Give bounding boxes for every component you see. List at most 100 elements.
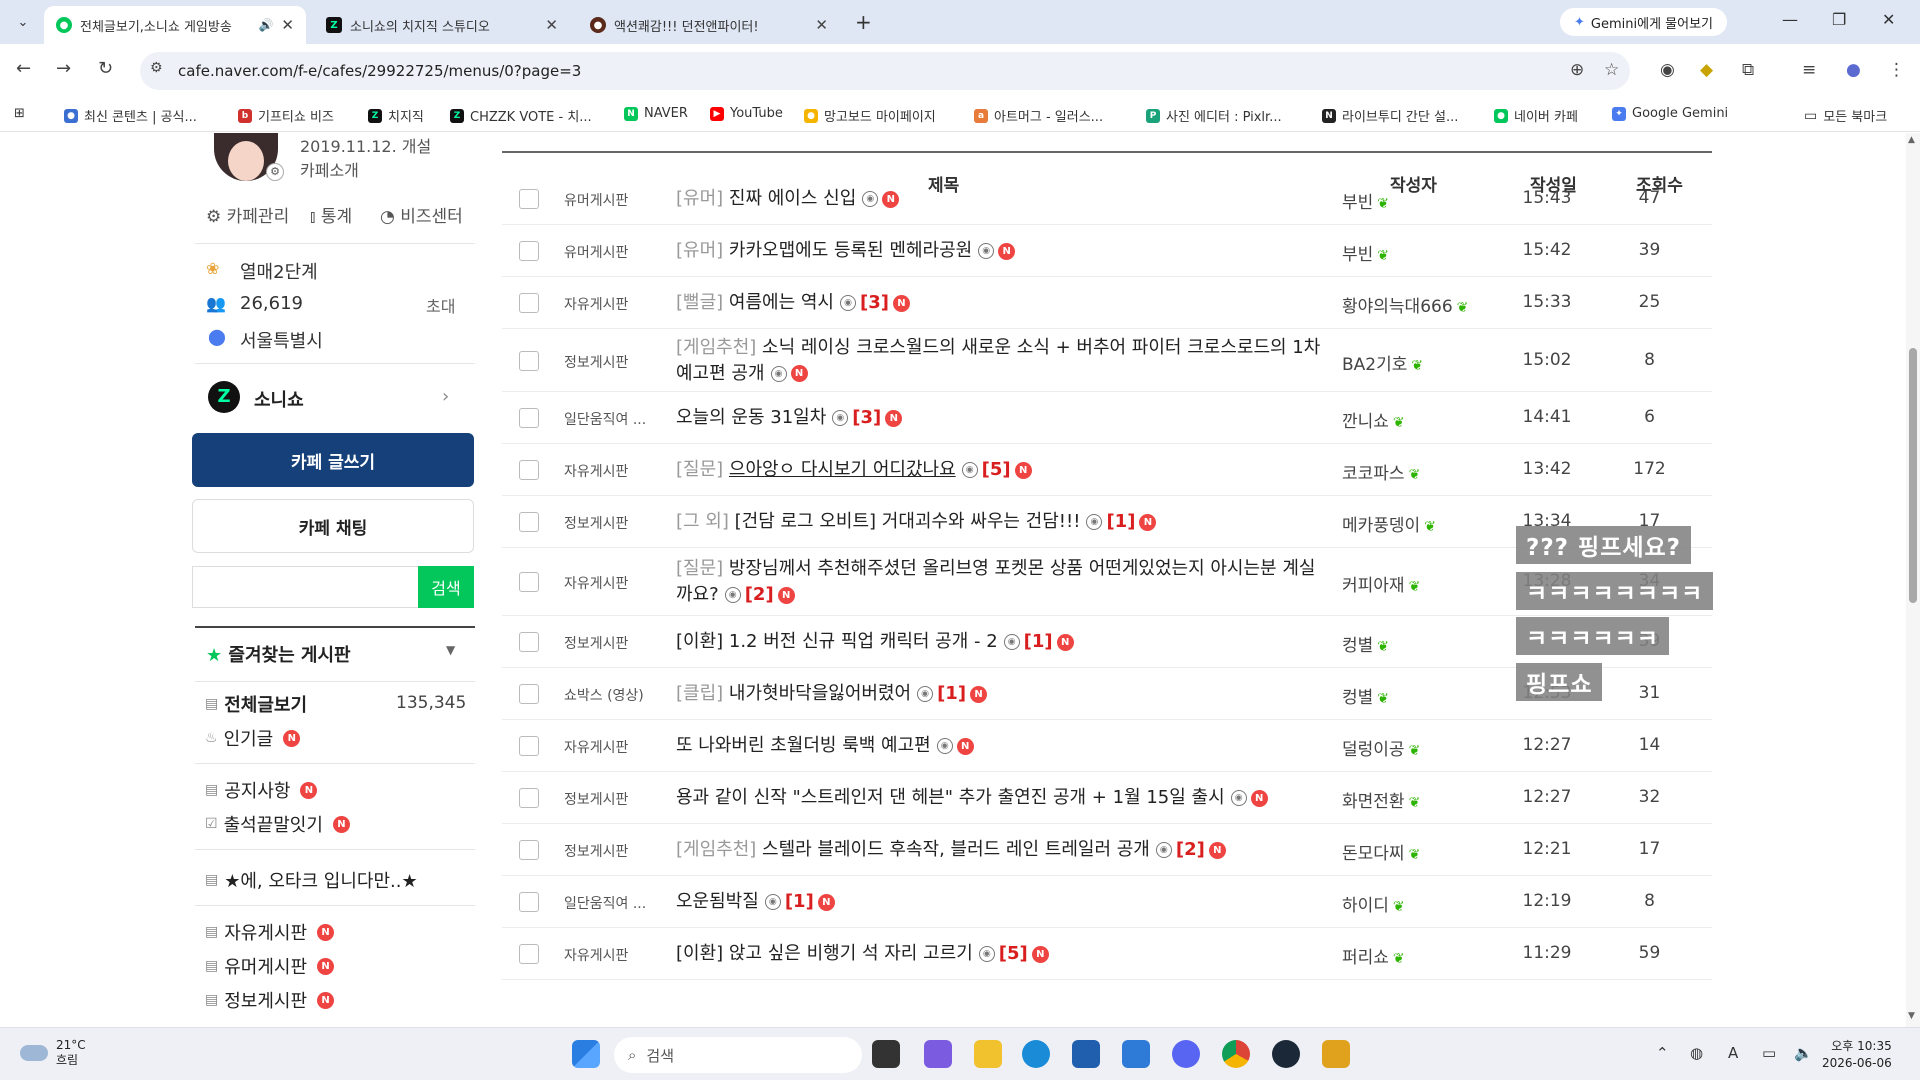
bookmark-item[interactable]: N NAVER	[624, 106, 688, 121]
back-icon[interactable]: ←	[16, 58, 31, 79]
post-author[interactable]: 커피아재 ❦	[1342, 571, 1420, 596]
row-checkbox[interactable]	[519, 840, 539, 860]
row-checkbox[interactable]	[519, 736, 539, 756]
gemini-button[interactable]: ✦ Gemini에게 물어보기	[1560, 8, 1727, 36]
bookmark-item[interactable]: a 아트머그 - 일러스...	[974, 106, 1103, 125]
post-title[interactable]: [클립] 내가혓바닥을잃어버렸어 ◉ [1] N	[676, 681, 1326, 707]
all-bookmarks-folder[interactable]: ▭ 모든 북마크	[1804, 106, 1887, 126]
post-title[interactable]: 오운됨박질 ◉ [1] N	[676, 889, 1326, 915]
bookmark-item[interactable]: b 기프티쇼 비즈	[238, 106, 334, 125]
close-window-icon[interactable]: ✕	[1882, 10, 1895, 29]
post-title[interactable]: [유머] 카카오맵에도 등록된 멘헤라공원 ◉ N	[676, 238, 1326, 264]
board-name[interactable]: 유머게시판	[564, 242, 628, 262]
comment-count[interactable]: [5]	[999, 943, 1028, 964]
table-row[interactable]: 자유게시판 [질문] 으아앙ㅇ 다시보기 어디갔나요 ◉ [5] N 코코파스 ❦ 13:42…	[502, 444, 1712, 496]
row-checkbox[interactable]	[519, 408, 539, 428]
app-icon[interactable]	[1322, 1040, 1350, 1068]
post-title[interactable]: 오늘의 운동 31일차 ◉ [3] N	[676, 405, 1326, 431]
comment-count[interactable]: [1]	[937, 683, 966, 704]
post-title[interactable]: [그 외] [건담 로그 오비트] 거대괴수와 싸우는 건담!!! ◉ [1] N	[676, 509, 1326, 535]
comment-count[interactable]: [1]	[785, 891, 814, 912]
host-name[interactable]: 소니쇼	[254, 386, 304, 412]
weather-widget[interactable]: 21°C 흐림	[20, 1038, 86, 1068]
table-row[interactable]: 일단움직여 ... 오늘의 운동 31일차 ◉ [3] N 깐니쇼 ❦ 14:41 6	[502, 392, 1712, 444]
post-title[interactable]: [질문] 으아앙ㅇ 다시보기 어디갔나요 ◉ [5] N	[676, 457, 1326, 483]
edge-icon[interactable]	[1022, 1040, 1050, 1068]
post-author[interactable]: 하이디 ❦	[1342, 891, 1405, 916]
row-checkbox[interactable]	[519, 241, 539, 261]
post-author[interactable]: 컹별 ❦	[1342, 683, 1389, 708]
post-title[interactable]: [게임추천] 소닉 레이싱 크로스월드의 새로운 소식 + 버추어 파이터 크로…	[676, 335, 1326, 387]
table-row[interactable]: 유머게시판 [유머] 카카오맵에도 등록된 멘헤라공원 ◉ N 부빈 ❦ 15:42 39	[502, 225, 1712, 277]
post-title-text[interactable]: 여름에는 역시	[729, 292, 834, 313]
menu-kebab-icon[interactable]: ⋮	[1888, 60, 1905, 80]
post-title-text[interactable]: [건담 로그 오비트] 거대괴수와 싸우는 건담!!!	[735, 511, 1081, 532]
row-checkbox[interactable]	[519, 788, 539, 808]
volume-icon[interactable]: 🔈	[1794, 1044, 1813, 1062]
taskbar-search[interactable]: ⌕ 검색	[614, 1037, 862, 1073]
post-author[interactable]: 부빈 ❦	[1342, 188, 1389, 213]
board-name[interactable]: 정보게시판	[564, 352, 628, 372]
board-name[interactable]: 일단움직여 ...	[564, 893, 646, 913]
post-author[interactable]: 부빈 ❦	[1342, 240, 1389, 265]
comment-count[interactable]: [5]	[982, 459, 1011, 480]
bookmark-item[interactable]: ● 네이버 카페	[1494, 106, 1578, 125]
menu-humor-board[interactable]: ▤ 유머게시판 N	[205, 953, 335, 979]
taskbar-clock[interactable]: 오후 10:35 2026-06-06	[1822, 1038, 1892, 1072]
post-author[interactable]: 퍼리쇼 ❦	[1342, 943, 1405, 968]
board-name[interactable]: 정보게시판	[564, 513, 628, 533]
bookmark-star-icon[interactable]: ☆	[1604, 60, 1619, 80]
scrollbar-thumb[interactable]	[1909, 348, 1917, 603]
bookmark-item[interactable]: Z CHZZK VOTE - 치...	[450, 106, 592, 125]
site-info-icon[interactable]: ⚙	[150, 60, 163, 76]
tab-dnf[interactable]: ● 액션쾌감!!! 던전앤파이터! ✕	[578, 6, 840, 44]
row-checkbox[interactable]	[519, 350, 539, 371]
cafe-chat-button[interactable]: 카페 채팅	[192, 499, 474, 553]
bookmark-item[interactable]: ▶ YouTube	[710, 106, 783, 121]
favorites-header[interactable]: ★ 즐겨찾는 게시판	[206, 641, 351, 667]
post-title-text[interactable]: [이환] 1.2 버전 신규 픽업 캐릭터 공개 - 2	[676, 631, 998, 652]
table-row[interactable]: 일단움직여 ... 오운됨박질 ◉ [1] N 하이디 ❦ 12:19 8	[502, 876, 1712, 928]
board-name[interactable]: 자유게시판	[564, 461, 628, 481]
bookmark-item[interactable]: ● 최신 콘텐츠 | 공식...	[64, 106, 197, 125]
bookmark-item[interactable]: ● 망고보드 마이페이지	[804, 106, 936, 125]
media-icon[interactable]: ≡	[1802, 60, 1816, 80]
board-name[interactable]: 정보게시판	[564, 789, 628, 809]
post-title[interactable]: [게임추천] 스텔라 블레이드 후속작, 블러드 레인 트레일러 공개 ◉ [2] N	[676, 837, 1326, 863]
board-name[interactable]: 자유게시판	[564, 294, 628, 314]
board-name[interactable]: 자유게시판	[564, 945, 628, 965]
post-title[interactable]: [이환] 1.2 버전 신규 픽업 캐릭터 공개 - 2 ◉ [1] N	[676, 629, 1326, 655]
menu-attendance[interactable]: ☑ 출석끝말잇기 N	[205, 811, 350, 837]
table-row[interactable]: 정보게시판 [게임추천] 스텔라 블레이드 후속작, 블러드 레인 트레일러 공개…	[502, 824, 1712, 876]
comment-count[interactable]: [1]	[1106, 511, 1135, 532]
scroll-up-icon[interactable]: ▲	[1908, 135, 1915, 145]
post-title-text[interactable]: [이환] 앉고 싶은 비행기 석 자리 고르기	[676, 943, 973, 964]
post-author[interactable]: BA2기호 ❦	[1342, 350, 1423, 375]
store-icon[interactable]	[1072, 1040, 1100, 1068]
board-name[interactable]: 유머게시판	[564, 190, 628, 210]
puzzle-icon[interactable]: ⧉	[1742, 60, 1754, 80]
post-title[interactable]: [뻘글] 여름에는 역시 ◉ [3] N	[676, 290, 1326, 316]
biz-center-link[interactable]: ◔ 비즈센터	[380, 202, 463, 227]
comment-count[interactable]: [1]	[1024, 631, 1053, 652]
tab-cafe[interactable]: ● 전체글보기,소니쇼 게임방송 🔊 ✕	[44, 6, 306, 44]
chevron-right-icon[interactable]: ›	[442, 386, 449, 407]
tray-chevron-icon[interactable]: ⌃	[1656, 1044, 1669, 1062]
invite-link[interactable]: 초대	[426, 293, 455, 317]
chevron-down-icon[interactable]: ▼	[446, 643, 455, 657]
steam-icon[interactable]	[1272, 1040, 1300, 1068]
row-checkbox[interactable]	[519, 512, 539, 532]
board-name[interactable]: 자유게시판	[564, 737, 628, 757]
row-checkbox[interactable]	[519, 944, 539, 964]
post-title[interactable]: 또 나와버린 초월더빙 룩백 예고편 ◉ N	[676, 733, 1326, 759]
post-title-text[interactable]: 오운됨박질	[676, 891, 759, 912]
file-explorer-icon[interactable]	[974, 1040, 1002, 1068]
post-title[interactable]: 용과 같이 신작 "스트레인저 댄 헤븐" 추가 출연진 공개 + 1월 15일…	[676, 785, 1326, 811]
bookmark-item[interactable]: ✦ Google Gemini	[1612, 106, 1728, 121]
post-author[interactable]: 돈모다찌 ❦	[1342, 839, 1420, 864]
post-title[interactable]: [이환] 앉고 싶은 비행기 석 자리 고르기 ◉ [5] N	[676, 941, 1326, 967]
bookmark-item[interactable]: P 사진 에디터 : Pixlr...	[1146, 106, 1282, 125]
menu-free-board[interactable]: ▤ 자유게시판 N	[205, 919, 335, 945]
post-title-text[interactable]: 으아앙ㅇ 다시보기 어디갔나요	[729, 459, 956, 480]
table-row[interactable]: 자유게시판 [이환] 앉고 싶은 비행기 석 자리 고르기 ◉ [5] N 퍼리쇼 ❦ 11:…	[502, 928, 1712, 980]
